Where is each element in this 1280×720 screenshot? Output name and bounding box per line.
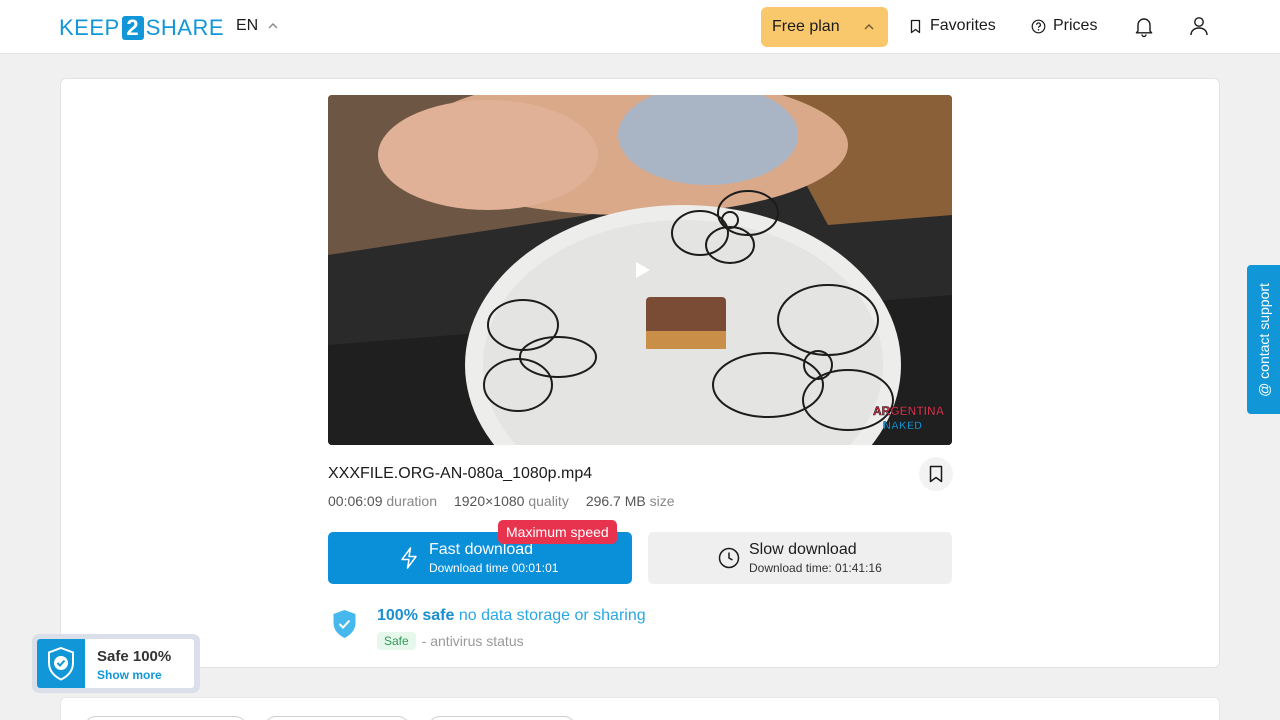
language-label: EN — [236, 17, 259, 34]
user-icon[interactable] — [1187, 14, 1211, 38]
bookmark-icon — [910, 19, 921, 33]
bell-icon[interactable] — [1132, 14, 1156, 38]
prices-link[interactable]: Prices — [1031, 17, 1097, 35]
safety-bold: 100% safe — [377, 607, 455, 624]
antivirus-status-label: - antivirus status — [421, 633, 524, 649]
slow-download-button[interactable]: Slow download Download time: 01:41:16 — [648, 532, 952, 584]
safe-status-badge: Safe — [377, 632, 416, 650]
size-meta: 296.7 MB size — [585, 493, 675, 509]
shield-check-icon — [48, 646, 74, 681]
prices-label: Prices — [1053, 17, 1098, 34]
duration-meta: 00:06:09 duration — [328, 493, 437, 509]
free-plan-label: Free plan — [772, 18, 840, 35]
safe-widget-title: Safe 100% — [97, 648, 172, 665]
favorites-link[interactable]: Favorites — [908, 17, 996, 35]
tag-pill[interactable] — [264, 716, 410, 720]
help-circle-icon — [1031, 19, 1046, 33]
language-selector[interactable]: EN — [236, 17, 278, 35]
svg-text:NAKED: NAKED — [883, 420, 922, 432]
tag-pill[interactable] — [84, 716, 247, 720]
file-meta: 00:06:09 duration 1920×1080 quality 296.… — [328, 493, 675, 509]
lightning-icon — [401, 547, 417, 569]
contact-support-tab[interactable]: @ contact support — [1247, 265, 1280, 414]
slow-download-title: Slow download — [749, 541, 857, 558]
logo-text-right: SHARE — [145, 15, 224, 40]
safety-statement: 100% safe no data storage or sharing — [377, 607, 646, 625]
safe-100-widget[interactable]: Safe 100% Show more — [32, 634, 200, 693]
svg-text:ARGENTINA: ARGENTINA — [873, 404, 945, 418]
chevron-up-icon — [268, 23, 278, 29]
safe-widget-badge — [37, 639, 85, 688]
chevron-up-icon — [864, 24, 874, 30]
clock-icon — [718, 547, 740, 569]
slow-download-time: Download time: 01:41:16 — [749, 561, 882, 575]
quality-meta: 1920×1080 quality — [453, 493, 569, 509]
top-header: KEEP 2 SHARE EN Free plan Favorites Prices — [0, 0, 1280, 54]
maximum-speed-badge: Maximum speed — [498, 520, 617, 544]
logo-text-left: KEEP — [59, 15, 120, 40]
free-plan-button[interactable]: Free plan — [761, 7, 888, 47]
favorites-label: Favorites — [930, 17, 996, 34]
file-name: XXXFILE.ORG-AN-080a_1080p.mp4 — [328, 465, 593, 482]
play-icon[interactable] — [633, 260, 653, 280]
shield-check-icon — [333, 610, 356, 638]
show-more-link[interactable]: Show more — [97, 668, 162, 682]
antivirus-status: Safe - antivirus status — [377, 632, 524, 650]
logo-text-mid: 2 — [121, 16, 144, 40]
fast-download-time: Download time 00:01:01 — [429, 561, 559, 575]
bookmark-icon — [929, 465, 943, 483]
keep2share-logo[interactable]: KEEP 2 SHARE — [59, 15, 224, 41]
tag-pill[interactable] — [428, 716, 576, 720]
add-to-favorites-button[interactable] — [919, 457, 953, 491]
contact-support-label: @ contact support — [1255, 282, 1272, 397]
safe-widget-inner: Safe 100% Show more — [37, 639, 194, 688]
safety-rest: no data storage or sharing — [458, 607, 646, 624]
